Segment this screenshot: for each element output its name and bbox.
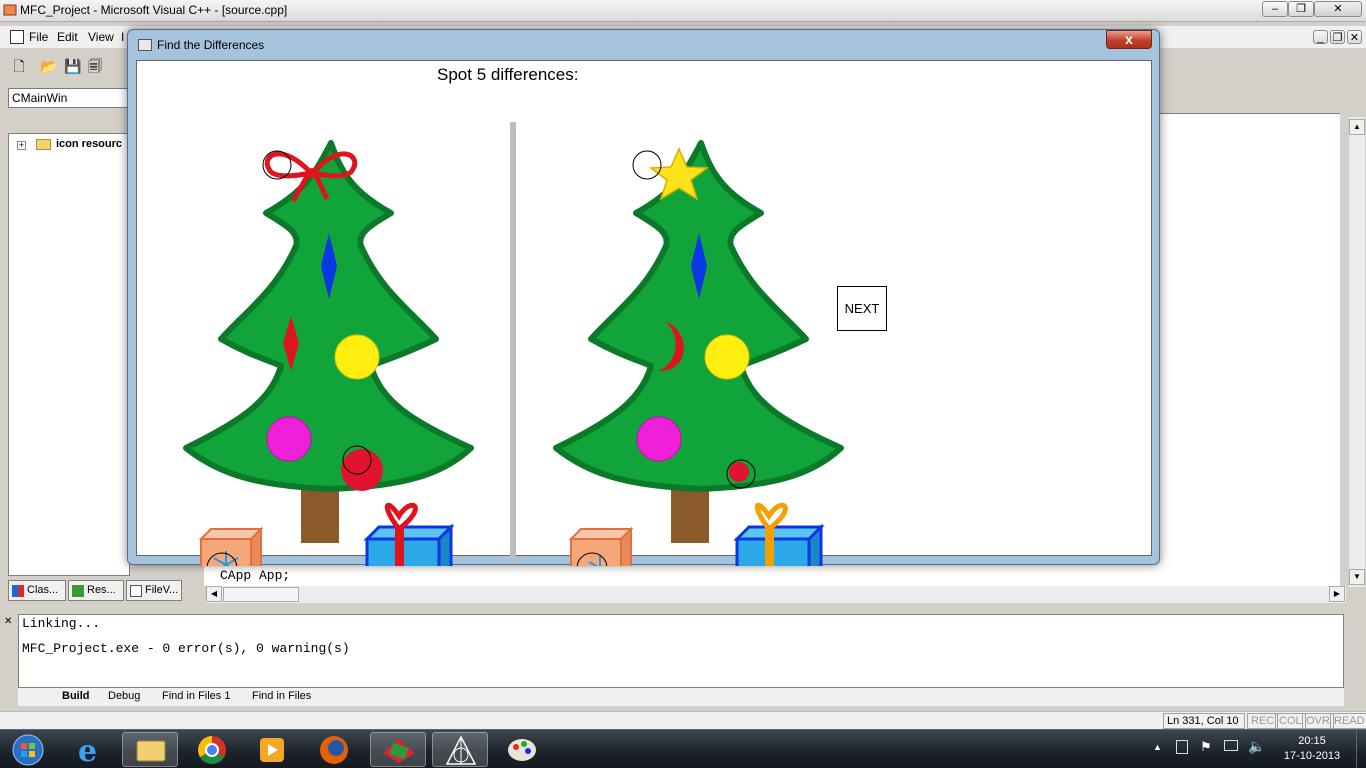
network-icon[interactable] xyxy=(1224,740,1238,751)
right-tree xyxy=(553,140,844,543)
output-panel: Linking... MFC_Project.exe - 0 error(s),… xyxy=(18,614,1344,688)
clock-time: 20:15 xyxy=(1298,735,1326,747)
open-folder-icon[interactable]: 📂 xyxy=(40,57,58,75)
menu-edit[interactable]: Edit xyxy=(57,30,78,44)
scroll-right-icon[interactable]: ▶ xyxy=(1329,586,1345,602)
volume-icon[interactable]: 🔈 xyxy=(1248,738,1265,755)
maximize-button[interactable]: ❐ xyxy=(1288,1,1314,17)
menu-file[interactable]: File xyxy=(29,30,48,44)
clock[interactable]: 20:15 17-10-2013 xyxy=(1280,734,1344,764)
workspace-panel: + icon resourc xyxy=(8,133,130,576)
output-close-icon[interactable]: ✕ xyxy=(4,616,12,627)
clock-date: 17-10-2013 xyxy=(1283,750,1341,762)
status-bar: Ln 331, Col 10 REC COL OVR READ xyxy=(0,711,1366,729)
tab-fileview[interactable]: FileV... xyxy=(126,580,182,601)
paint-icon[interactable] xyxy=(494,732,550,767)
editor-vertical-scrollbar[interactable]: ▲ ▼ xyxy=(1348,117,1365,587)
svg-text:e: e xyxy=(78,734,97,767)
classview-icon xyxy=(12,585,24,597)
resourceview-icon xyxy=(72,585,84,597)
game-canvas[interactable]: Spot 5 differences: NEXT xyxy=(136,60,1152,566)
tab-classview[interactable]: Clas... xyxy=(8,580,66,601)
status-rec: REC xyxy=(1247,713,1279,729)
deathly-hallows-app-icon[interactable] xyxy=(432,732,488,767)
tree-item-label[interactable]: icon resourc xyxy=(56,138,128,150)
media-player-icon[interactable] xyxy=(244,732,300,767)
scroll-up-icon[interactable]: ▲ xyxy=(1349,119,1365,135)
window-title: MFC_Project - Microsoft Visual C++ - [so… xyxy=(20,3,288,17)
output-tabs: Build Debug Find in Files 1 Find in File… xyxy=(18,688,1344,706)
tab-debug[interactable]: Debug xyxy=(104,689,144,703)
new-file-icon[interactable]: 🗋 xyxy=(10,57,28,75)
show-hidden-icons[interactable]: ▲ xyxy=(1153,742,1162,752)
ie-icon[interactable]: e xyxy=(62,732,118,768)
pink-ornament xyxy=(266,416,312,462)
right-picture[interactable] xyxy=(551,121,851,566)
expand-icon[interactable]: + xyxy=(17,141,26,150)
dialog-title: Find the Differences xyxy=(157,38,265,52)
left-picture[interactable] xyxy=(181,121,481,566)
code-line: CApp App; xyxy=(220,568,291,583)
blue-gift xyxy=(733,502,825,566)
puzzle-heading: Spot 5 differences: xyxy=(437,65,579,84)
scroll-left-icon[interactable]: ◀ xyxy=(206,586,222,602)
close-button[interactable]: ✕ xyxy=(1314,1,1362,17)
status-read: READ xyxy=(1330,713,1366,729)
minimize-button[interactable]: – xyxy=(1262,1,1288,17)
cursor-position: Ln 331, Col 10 xyxy=(1163,713,1245,729)
yellow-ornament xyxy=(704,334,750,380)
save-all-icon[interactable]: 🗐 xyxy=(86,57,104,75)
dialog-close-button[interactable]: x xyxy=(1106,30,1152,49)
toolbar: 🗋 📂 💾 🗐 xyxy=(0,52,130,82)
output-line-1: Linking... xyxy=(22,616,101,631)
mdi-close-button[interactable]: ✕ xyxy=(1347,30,1362,44)
fileview-icon xyxy=(130,585,142,597)
taskbar: e ▲ ⚑ 🔈 20:15 17-10-2013 xyxy=(0,729,1366,768)
window-titlebar: MFC_Project - Microsoft Visual C++ - [so… xyxy=(0,0,1366,22)
start-button[interactable] xyxy=(2,732,58,767)
small-red-ornament xyxy=(729,462,749,482)
tab-resourceview[interactable]: Res... xyxy=(68,580,124,601)
firefox-icon[interactable] xyxy=(306,732,362,767)
snowflake-box xyxy=(198,526,264,566)
left-tree xyxy=(183,140,474,543)
editor-horizontal-scrollbar[interactable]: ◀ ▶ xyxy=(206,586,1346,603)
menu-insert[interactable]: I xyxy=(121,30,124,44)
dialog-icon xyxy=(138,39,152,51)
output-line-2: MFC_Project.exe - 0 error(s), 0 warning(… xyxy=(22,641,350,656)
visual-cpp-icon[interactable] xyxy=(370,732,426,767)
folder-icon xyxy=(36,139,51,150)
doc-icon xyxy=(10,30,24,44)
snowflake-box xyxy=(568,526,634,566)
explorer-icon[interactable] xyxy=(122,732,178,767)
scroll-thumb[interactable] xyxy=(223,587,299,602)
mdi-minimize-button[interactable]: _ xyxy=(1313,30,1328,44)
yellow-ornament xyxy=(334,334,380,380)
chrome-icon[interactable] xyxy=(184,732,240,767)
show-desktop-button[interactable] xyxy=(1356,730,1366,768)
next-button[interactable]: NEXT xyxy=(837,286,887,331)
picture-divider xyxy=(510,122,516,563)
app-icon xyxy=(3,3,17,17)
menu-view[interactable]: View xyxy=(88,30,114,44)
action-center-icon[interactable]: ⚑ xyxy=(1200,739,1212,755)
find-differences-dialog: Find the Differences x Spot 5 difference… xyxy=(127,29,1160,566)
class-combo[interactable]: CMainWin xyxy=(8,88,128,108)
save-icon[interactable]: 💾 xyxy=(64,57,82,75)
tab-find-in-files-2[interactable]: Find in Files 2 xyxy=(248,689,314,703)
tab-build[interactable]: Build xyxy=(58,689,94,703)
scroll-down-icon[interactable]: ▼ xyxy=(1349,569,1365,585)
device-icon[interactable] xyxy=(1176,740,1188,754)
pink-ornament xyxy=(636,416,682,462)
blue-gift xyxy=(363,502,455,566)
mdi-restore-button[interactable]: ❐ xyxy=(1330,30,1345,44)
tab-find-in-files-1[interactable]: Find in Files 1 xyxy=(158,689,234,703)
